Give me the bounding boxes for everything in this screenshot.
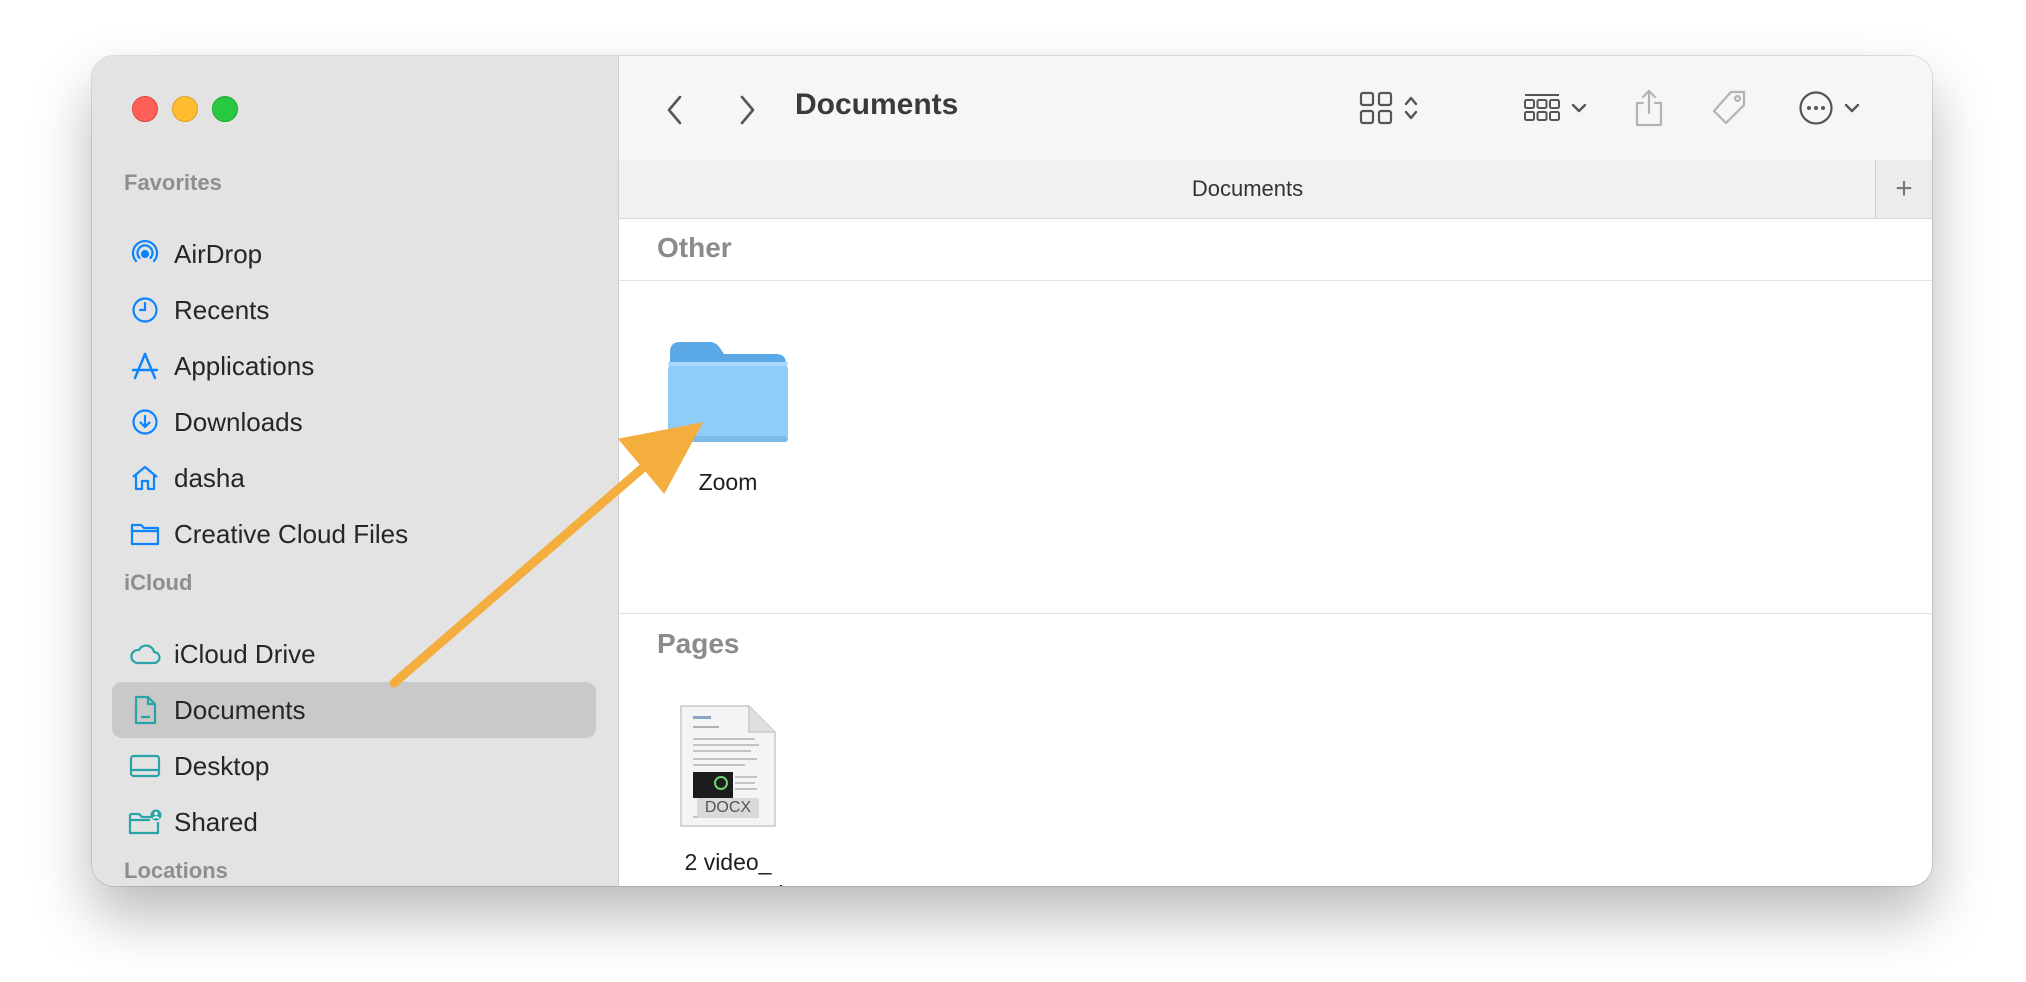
sidebar-item-label: Documents bbox=[174, 694, 306, 725]
sidebar-item-label: Desktop bbox=[174, 750, 270, 781]
tab-bar: Documents + bbox=[619, 160, 1932, 219]
sidebar-item-label: AirDrop bbox=[174, 238, 263, 269]
sidebar-item-label: Recents bbox=[174, 294, 270, 325]
chevron-down-icon bbox=[1844, 101, 1860, 119]
back-button[interactable] bbox=[653, 88, 697, 132]
desktop-icon bbox=[128, 749, 162, 783]
file-name-line-2: MeetGe...r_ .docx bbox=[628, 878, 828, 886]
window-title: Documents bbox=[795, 88, 959, 121]
new-tab-button[interactable]: + bbox=[1875, 160, 1932, 218]
forward-button[interactable] bbox=[725, 88, 769, 132]
sidebar-item-creative-cloud-files[interactable]: Creative Cloud Files bbox=[112, 506, 596, 562]
finder-window: Favorites AirDrop Recents Applications D… bbox=[92, 56, 1932, 886]
tag-button[interactable] bbox=[1703, 84, 1755, 136]
icon-grid-icon bbox=[1359, 91, 1393, 130]
sidebar-item-desktop[interactable]: Desktop bbox=[112, 738, 596, 794]
sidebar-item-applications[interactable]: Applications bbox=[112, 338, 596, 394]
applications-icon bbox=[128, 349, 162, 383]
sidebar: Favorites AirDrop Recents Applications D… bbox=[92, 56, 619, 886]
sidebar-item-shared[interactable]: Shared bbox=[112, 794, 596, 850]
file-name-line-1: 2 video_ bbox=[684, 849, 772, 875]
sidebar-item-label: Shared bbox=[174, 806, 258, 837]
group-header-other: Other bbox=[619, 218, 1932, 281]
group-title: Other bbox=[657, 232, 732, 263]
sidebar-item-airdrop[interactable]: AirDrop bbox=[112, 226, 596, 282]
zoom-button[interactable] bbox=[212, 96, 238, 122]
cloud-icon bbox=[128, 637, 162, 671]
group-title: Pages bbox=[657, 628, 740, 659]
shared-folder-icon bbox=[128, 805, 162, 839]
sidebar-item-label: Downloads bbox=[174, 406, 303, 437]
clock-icon bbox=[128, 293, 162, 327]
docx-file-icon: DOCX bbox=[628, 704, 828, 828]
home-icon bbox=[128, 461, 162, 495]
group-by-button[interactable] bbox=[1515, 86, 1595, 134]
file-item-docx[interactable]: DOCX 2 video_ MeetGe...r_ .docx bbox=[628, 704, 828, 886]
airdrop-icon bbox=[128, 237, 162, 271]
sidebar-section-icloud: iCloud bbox=[124, 570, 193, 595]
document-icon bbox=[128, 693, 162, 727]
sidebar-item-home[interactable]: dasha bbox=[112, 450, 596, 506]
file-type-badge: DOCX bbox=[697, 798, 759, 818]
main-content: Documents Documents + Other Zoom Pages D… bbox=[619, 56, 1932, 886]
folder-icon bbox=[128, 517, 162, 551]
sidebar-section-favorites: Favorites bbox=[124, 170, 222, 195]
folder-icon bbox=[628, 312, 828, 444]
share-button[interactable] bbox=[1625, 84, 1673, 136]
tag-icon bbox=[1709, 88, 1749, 133]
sidebar-section-locations: Locations bbox=[124, 858, 228, 883]
sidebar-item-documents[interactable]: Documents bbox=[112, 682, 596, 738]
sidebar-item-recents[interactable]: Recents bbox=[112, 282, 596, 338]
sidebar-item-label: Applications bbox=[174, 350, 315, 381]
view-mode-button[interactable] bbox=[1349, 86, 1429, 134]
tab-documents[interactable]: Documents bbox=[619, 176, 1876, 202]
more-actions-button[interactable] bbox=[1789, 86, 1869, 134]
share-icon bbox=[1633, 88, 1665, 133]
file-item-zoom-folder[interactable]: Zoom bbox=[628, 312, 828, 498]
sidebar-item-label: iCloud Drive bbox=[174, 638, 316, 669]
toolbar: Documents bbox=[619, 56, 1932, 160]
chevron-up-down-icon bbox=[1403, 93, 1419, 128]
sidebar-item-label: dasha bbox=[174, 462, 245, 493]
group-header-pages: Pages bbox=[619, 614, 1932, 676]
group-icon bbox=[1523, 92, 1561, 129]
sidebar-item-downloads[interactable]: Downloads bbox=[112, 394, 596, 450]
file-name: Zoom bbox=[698, 469, 758, 495]
sidebar-item-label: Creative Cloud Files bbox=[174, 518, 409, 549]
download-icon bbox=[128, 405, 162, 439]
ellipsis-circle-icon bbox=[1798, 90, 1834, 131]
chevron-down-icon bbox=[1571, 101, 1587, 119]
close-button[interactable] bbox=[132, 96, 158, 122]
minimize-button[interactable] bbox=[172, 96, 198, 122]
sidebar-item-icloud-drive[interactable]: iCloud Drive bbox=[112, 626, 596, 682]
